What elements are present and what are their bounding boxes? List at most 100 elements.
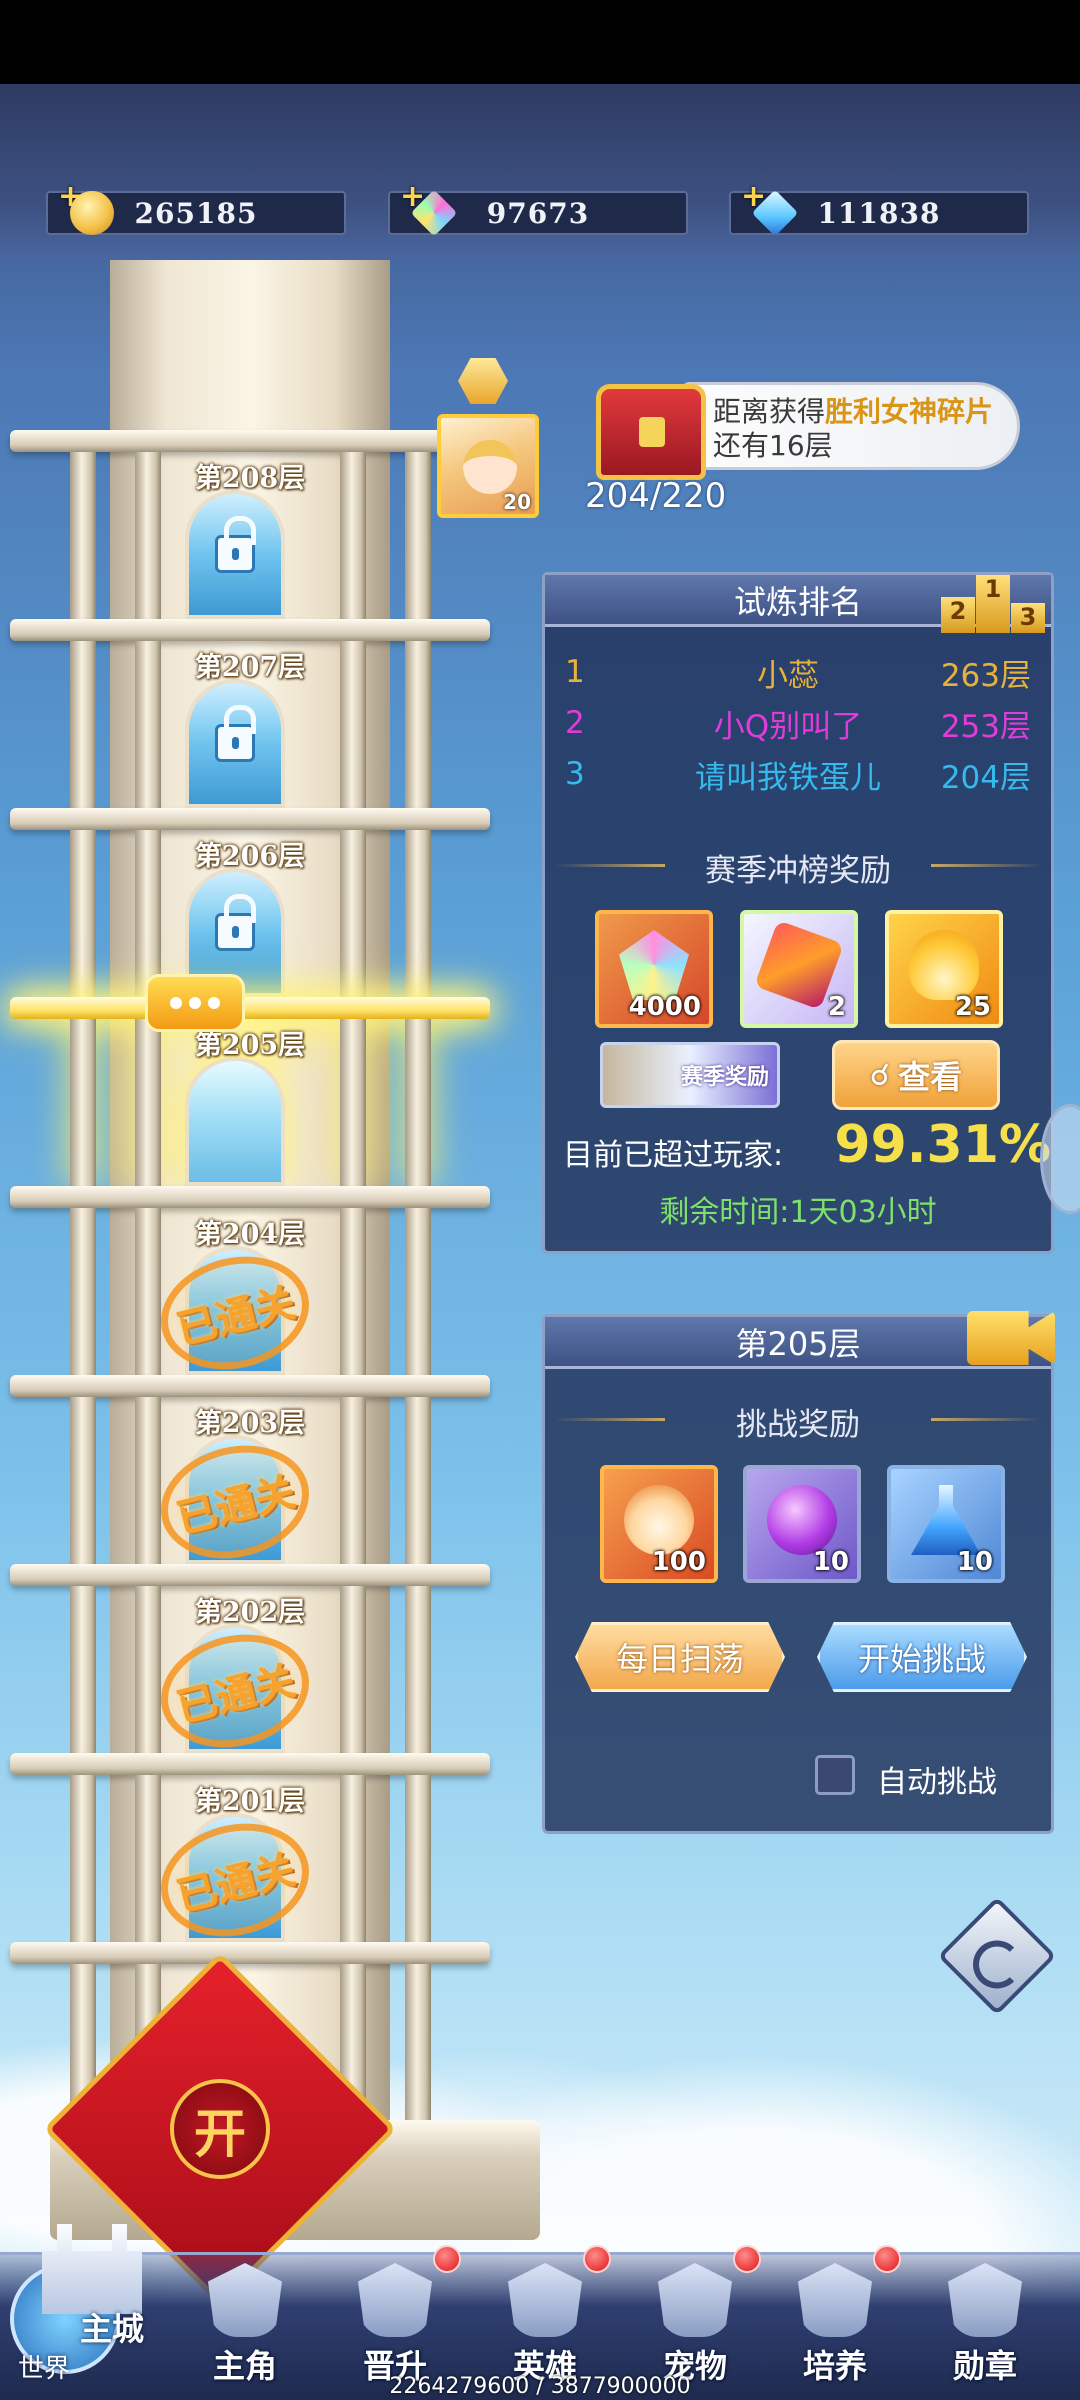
rainbow-crystal-icon [619, 930, 689, 1000]
floor-ledge [10, 1186, 490, 1208]
gold-value: 265185 [134, 196, 258, 230]
auto-challenge-checkbox[interactable] [815, 1755, 855, 1795]
diamond-currency[interactable]: + 111838 [729, 179, 1029, 237]
tower-floor-204[interactable]: 已通关 第204层 [10, 1186, 490, 1385]
floor-ledge [10, 1564, 490, 1586]
rank-row[interactable]: 1 小蕊 263层 [565, 647, 1031, 697]
floor-ledge [10, 997, 490, 1019]
gem-currency[interactable]: + 97673 [388, 179, 688, 237]
view-button[interactable]: ☌ 查看 [832, 1040, 1000, 1110]
rank-number: 1 [565, 654, 585, 690]
pillar [70, 641, 96, 808]
rank-floor: 204层 [940, 759, 1031, 796]
start-challenge-button[interactable]: 开始挑战 [817, 1622, 1027, 1692]
magnifier-icon: ☌ [869, 1057, 891, 1093]
floor-label: 第208层 [194, 463, 306, 494]
tower-floor-207[interactable]: 第207层 [10, 619, 490, 808]
tower-floor-206[interactable]: 第206层 [10, 808, 490, 997]
pillar [135, 1208, 161, 1375]
gem-value: 97673 [486, 196, 590, 230]
challenge-reward-item[interactable]: 100 [600, 1465, 718, 1583]
pillar [135, 1586, 161, 1753]
pillar [70, 1397, 96, 1564]
player-avatar[interactable]: 20 [437, 414, 539, 518]
tower-floor-203[interactable]: 已通关 第203层 [10, 1375, 490, 1574]
tower-floor-208[interactable]: 第208层 [10, 430, 490, 619]
reward-count: 2 [827, 992, 846, 1022]
treasure-chest-icon[interactable] [596, 384, 706, 480]
goal-progress: 204/220 [585, 476, 727, 516]
open-label: 开 [193, 2103, 246, 2165]
floor-ledge [10, 1375, 490, 1397]
notification-dot [873, 2245, 901, 2273]
notification-dot [583, 2245, 611, 2273]
game-stage: + 265185 + 97673 + 111838 第208层 第207层 第2… [0, 84, 1080, 2400]
floor-label: 第204层 [194, 1219, 306, 1250]
pillar [70, 1208, 96, 1375]
tower-floor-205-current[interactable]: 第205层 [10, 997, 490, 1186]
pillar [405, 1964, 431, 2131]
daily-sweep-button[interactable]: 每日扫荡 [575, 1622, 785, 1692]
rank-row[interactable]: 2 小Q别叫了 253层 [565, 698, 1031, 748]
gold-currency[interactable]: + 265185 [46, 179, 346, 235]
pillar [405, 452, 431, 619]
chat-bubble-icon[interactable] [145, 974, 245, 1032]
medal-icon [948, 2263, 1022, 2337]
video-replay-icon[interactable] [967, 1311, 1055, 1365]
floor-label: 第207层 [194, 652, 306, 683]
pillar [405, 1586, 431, 1753]
pillar [70, 1586, 96, 1753]
season-reward-item[interactable]: 2 [740, 910, 858, 1028]
challenge-reward-item[interactable]: 10 [743, 1465, 861, 1583]
view-button-label: 查看 [898, 1058, 963, 1096]
main-city-label: 主城 [80, 2310, 145, 2348]
gold-flame-icon [909, 930, 979, 1000]
gold-coin-icon [70, 191, 114, 235]
pillar [340, 641, 366, 808]
reward-count: 10 [812, 1547, 849, 1577]
podium-icon: 2 1 3 [941, 573, 1045, 633]
challenge-reward-item[interactable]: 10 [887, 1465, 1005, 1583]
season-reward-item[interactable]: 4000 [595, 910, 713, 1028]
rank-floor: 253层 [940, 708, 1031, 745]
floor-ledge [10, 1753, 490, 1775]
main-city-button[interactable]: 主城 世界 [0, 2204, 180, 2394]
floor-ledge [10, 619, 490, 641]
rank-player-name: 小Q别叫了 [713, 708, 863, 745]
floor-ledge [10, 430, 490, 452]
season-reward-badge[interactable]: 赛季奖励 [600, 1042, 780, 1108]
blue-potion-icon [911, 1485, 981, 1555]
auto-challenge-label: 自动挑战 [877, 1765, 997, 1800]
reward-count: 4000 [628, 992, 701, 1022]
ranking-panel: 试炼排名 2 1 3 1 小蕊 263层 2 小Q别叫了 253层 3 请叫我铁… [542, 572, 1054, 1254]
start-challenge-label: 开始挑战 [857, 1640, 986, 1678]
daily-sweep-label: 每日扫荡 [615, 1640, 744, 1678]
footer-numbers: 2264279600 / 3877900000 [389, 2374, 691, 2399]
rank-row[interactable]: 3 请叫我铁蛋儿 204层 [565, 749, 1031, 799]
surpassed-value: 99.31% [834, 1115, 1051, 1175]
avatar-level: 20 [503, 490, 531, 514]
season-reward-item[interactable]: 25 [885, 910, 1003, 1028]
pillar [405, 641, 431, 808]
reward-count: 25 [954, 992, 991, 1022]
rank-floor: 263层 [940, 657, 1031, 694]
pillar [135, 830, 161, 997]
open-red-packet-button[interactable]: 开 [170, 2079, 270, 2179]
pillar [135, 1019, 161, 1186]
notification-dot [733, 2245, 761, 2273]
podium-third: 3 [1011, 603, 1045, 633]
tower-floor-201[interactable]: 已通关 第201层 [10, 1753, 490, 1952]
cultivate-icon [798, 2263, 872, 2337]
tower-floor-202[interactable]: 已通关 第202层 [10, 1564, 490, 1763]
purple-orb-icon [767, 1485, 837, 1555]
castle-icon [42, 2224, 142, 2314]
rank-number: 2 [565, 705, 585, 741]
rank-player-name: 小蕊 [757, 657, 819, 694]
pillar [135, 1397, 161, 1564]
passed-stamp: 已通关 [148, 1808, 322, 1952]
remaining-time: 剩余时间:1天03小时 [659, 1195, 937, 1230]
goal-reward-name: 胜利女神碎片 [825, 395, 994, 428]
pillar [405, 1775, 431, 1942]
pillar [135, 641, 161, 808]
pillar [340, 1775, 366, 1942]
